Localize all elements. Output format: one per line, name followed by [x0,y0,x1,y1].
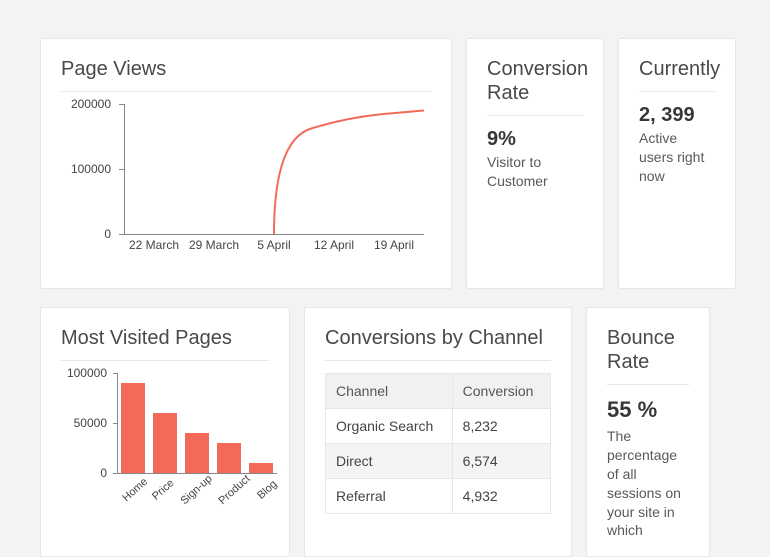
table-cell: Organic Search [326,409,453,444]
table-header: Channel [326,374,453,409]
bounce-rate-title: Bounce Rate [607,326,689,374]
table-row: Direct 6,574 [326,444,551,479]
table-row: Referral 4,932 [326,479,551,514]
conversion-rate-value: 9% [487,128,583,151]
x-tick: Sign-up [178,473,214,507]
bar [121,383,145,473]
most-visited-card: Most Visited Pages 100000 50000 0 HomePr… [40,307,290,557]
x-tick: 12 April [304,238,364,252]
conversions-channel-card: Conversions by Channel Channel Conversio… [304,307,572,557]
divider [325,360,551,361]
page-views-chart: 200000 100000 0 22 March 29 March 5 Apri… [61,104,431,272]
bounce-rate-desc: The percentage of all sessions on your s… [607,427,689,540]
divider [61,360,269,361]
most-visited-title: Most Visited Pages [61,326,269,350]
x-tick: Home [120,476,150,505]
bar [249,463,273,473]
divider [61,91,431,92]
x-tick: 19 April [364,238,424,252]
divider [639,91,715,92]
y-tick: 100000 [67,366,107,380]
bar [185,433,209,473]
currently-card: Currently 2, 399 Active users right now [618,38,736,289]
page-views-title: Page Views [61,57,431,81]
y-tick: 0 [100,466,107,480]
currently-title: Currently [639,57,715,81]
table-header: Conversion [452,374,550,409]
conversion-rate-desc: Visitor to Customer [487,153,583,191]
x-tick: 5 April [244,238,304,252]
currently-desc: Active users right now [639,129,715,186]
y-tick: 100000 [71,162,111,176]
conversion-rate-title: Conversion Rate [487,57,583,105]
conversions-table: Channel Conversion Organic Search 8,232 … [325,373,551,514]
table-cell: Referral [326,479,453,514]
bar [153,413,177,473]
x-tick: Blog [253,476,281,503]
x-tick: Product [216,473,252,507]
x-tick: 22 March [124,238,184,252]
x-tick: Price [149,476,177,503]
y-tick: 0 [104,227,111,241]
divider [607,384,689,385]
divider [487,115,583,116]
bar [217,443,241,473]
table-cell: 4,932 [452,479,550,514]
table-header-row: Channel Conversion [326,374,551,409]
x-tick: 29 March [184,238,244,252]
table-cell: 8,232 [452,409,550,444]
table-row: Organic Search 8,232 [326,409,551,444]
conversions-channel-title: Conversions by Channel [325,326,551,350]
table-cell: 6,574 [452,444,550,479]
bounce-rate-card: Bounce Rate 55 % The percentage of all s… [586,307,710,557]
line-plot [124,104,424,234]
y-tick: 200000 [71,97,111,111]
page-views-card: Page Views 200000 100000 0 22 March 29 M… [40,38,452,289]
conversion-rate-card: Conversion Rate 9% Visitor to Customer [466,38,604,289]
most-visited-chart: 100000 50000 0 HomePriceSign-upProductBl… [61,373,277,533]
y-tick: 50000 [74,416,107,430]
table-cell: Direct [326,444,453,479]
currently-value: 2, 399 [639,104,715,127]
bounce-rate-value: 55 % [607,397,689,423]
